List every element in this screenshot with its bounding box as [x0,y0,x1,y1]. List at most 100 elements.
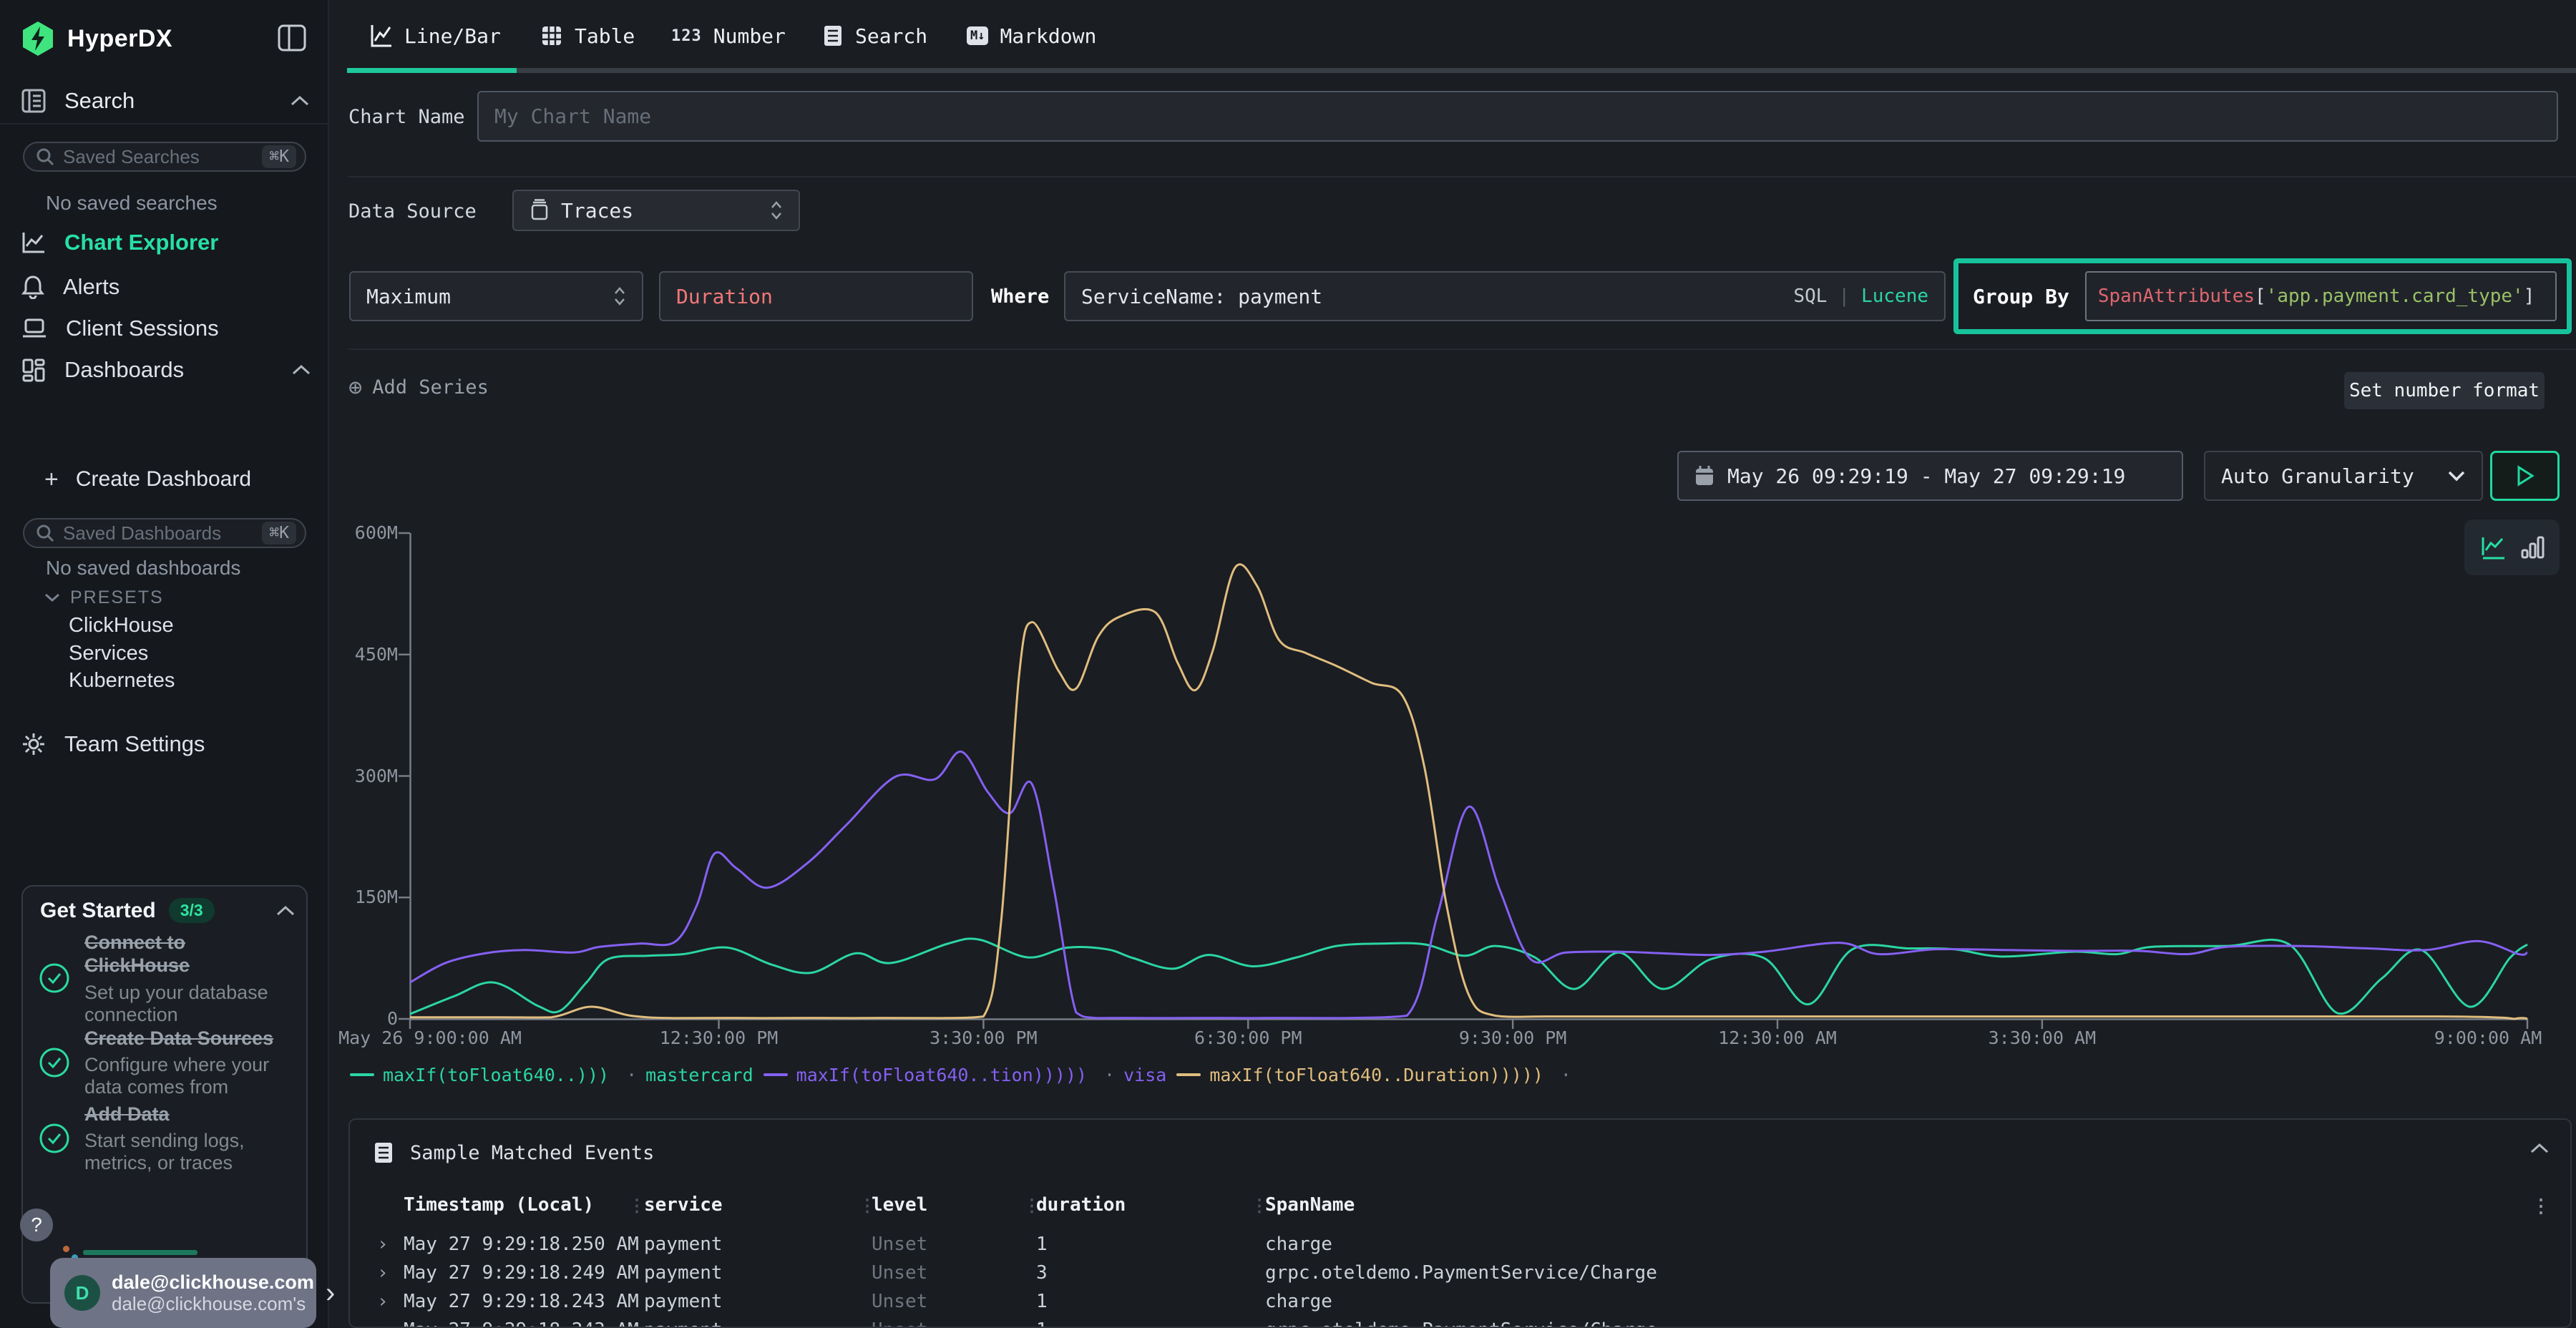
shortcut-badge: ⌘K [262,522,296,545]
lucene-mode-button[interactable]: Lucene [1861,285,1928,307]
run-query-button[interactable] [2490,451,2560,501]
legend-item[interactable]: visa [1123,1065,1166,1085]
column-header-spanname[interactable]: SpanName [1265,1194,1355,1216]
where-label: Where [991,285,1049,308]
bracket-open: [ [2255,285,2266,307]
shortcut-badge: ⌘K [262,145,296,168]
sidebar-divider [0,123,328,125]
event-cell: 1 [1036,1319,1048,1328]
get-started-panel: Get Started 3/3 Connect to ClickHouse Se… [21,885,308,1304]
create-dashboard-button[interactable]: + Create Dashboard [44,464,251,495]
legend-item[interactable]: maxIf(toFloat640..))) [383,1065,609,1085]
field-value: Duration [676,285,773,308]
sidebar-item-label: Dashboards [64,357,184,383]
search-section-label: Search [64,88,135,114]
x-axis-labels: May 26 9:00:00 AM12:30:00 PM3:30:00 PM6:… [410,1027,2527,1053]
event-cell: grpc.oteldemo.PaymentService/Charge [1265,1262,1657,1284]
sidebar-item-search[interactable]: Search [21,84,309,117]
legend-item[interactable]: maxIf(toFloat640..tion))))) [796,1065,1087,1085]
checklist-item-connect[interactable]: Connect to ClickHouse Set up your databa… [39,931,296,1026]
column-resize-handle[interactable]: ⋮ [628,1196,645,1216]
help-button[interactable]: ? [20,1209,53,1241]
expand-row-icon[interactable]: › [377,1262,389,1284]
saved-searches-input[interactable]: Saved Searches ⌘K [23,142,306,172]
where-value: ServiceName: payment [1081,285,1322,308]
lang-divider: | [1838,285,1850,307]
column-header-duration[interactable]: duration [1036,1194,1126,1216]
chart-name-input[interactable]: My Chart Name [477,91,2558,142]
group-by-argument: 'app.payment.card_type' [2266,285,2524,307]
tab-number[interactable]: 123 Number [671,16,786,56]
group-by-input[interactable]: SpanAttributes['app.payment.card_type'] [2085,271,2557,321]
checklist-item-datasources[interactable]: Create Data Sources Configure where your… [39,1027,296,1098]
tab-search[interactable]: Search [822,16,927,56]
column-header-level[interactable]: level [872,1194,927,1216]
timeseries-chart[interactable] [410,533,2527,1034]
sidebar-item-dashboards[interactable]: Dashboards [21,353,311,387]
sql-mode-button[interactable]: SQL [1793,285,1827,307]
legend-separator: · [626,1065,637,1085]
set-number-format-button[interactable]: Set number format [2344,372,2545,409]
field-input[interactable]: Duration [659,271,973,321]
event-cell: charge [1265,1291,1332,1312]
sidebar-item-label: Alerts [63,274,119,300]
select-chevrons-icon [613,286,626,306]
column-resize-handle[interactable]: ⋮ [859,1196,876,1216]
event-row[interactable]: ›May 27 9:29:18.249 AMpaymentUnset3grpc.… [350,1261,2570,1289]
aggregation-select[interactable]: Maximum [349,271,643,321]
expand-row-icon[interactable]: › [377,1234,389,1255]
sidebar-item-alerts[interactable]: Alerts [21,270,311,304]
series-line-visa[interactable] [410,751,2527,1017]
sidebar-item-client-sessions[interactable]: Client Sessions [21,311,311,346]
user-menu[interactable]: D dale@clickhouse.com dale@clickhouse.co… [50,1258,316,1328]
user-email: dale@clickhouse.com [112,1271,314,1294]
event-row[interactable]: ›May 27 9:29:18.250 AMpaymentUnset1charg… [350,1232,2570,1261]
sample-matched-events-panel: Sample Matched Events Timestamp (Local)s… [348,1118,2572,1328]
checklist-item-title: Create Data Sources [84,1027,288,1050]
legend-item[interactable]: mastercard [645,1065,753,1085]
tab-table[interactable]: Table [540,16,635,56]
legend-dash-icon [763,1073,788,1076]
tab-active-indicator [347,68,517,73]
add-series-button[interactable]: ⊕ Add Series [348,370,489,404]
tab-markdown[interactable]: M↓ Markdown [967,16,1096,56]
data-source-select[interactable]: Traces [512,190,800,231]
hyperdx-logo-icon [21,21,54,57]
chevron-up-icon[interactable] [291,95,309,107]
event-cell: May 27 9:29:18.243 AM [404,1291,639,1312]
preset-services[interactable]: Services [69,639,148,668]
column-resize-handle[interactable]: ⋮ [1251,1196,1268,1216]
user-org: dale@clickhouse.com's [112,1294,314,1315]
presets-toggle[interactable]: PRESETS [44,585,164,610]
table-menu-icon[interactable]: ⋮ [2532,1196,2550,1217]
collapse-events-icon[interactable] [2530,1143,2549,1154]
divider [348,176,2576,177]
event-row[interactable]: ›May 27 9:29:18.243 AMpaymentUnset1grpc.… [350,1318,2570,1328]
legend-dash-icon [1176,1073,1201,1076]
preset-kubernetes[interactable]: Kubernetes [69,666,175,695]
saved-dashboards-input[interactable]: Saved Dashboards ⌘K [23,518,306,548]
chart-legend: maxIf(toFloat640..))) · mastercard maxIf(to… [348,1060,1580,1089]
granularity-value: Auto Granularity [2221,464,2414,488]
checklist-item-add-data[interactable]: Add Data Start sending logs, metrics, or… [39,1103,296,1174]
no-saved-dashboards-text: No saved dashboards [46,557,240,580]
sidebar-item-chart-explorer[interactable]: Chart Explorer [21,225,311,260]
column-header-service[interactable]: service [644,1194,723,1216]
collapse-sidebar-icon[interactable] [278,24,306,52]
column-resize-handle[interactable]: ⋮ [1023,1196,1040,1216]
granularity-select[interactable]: Auto Granularity [2204,451,2483,501]
legend-item[interactable]: maxIf(toFloat640..Duration))))) [1209,1065,1543,1085]
tab-line-bar[interactable]: Line/Bar [370,16,501,56]
preset-clickhouse[interactable]: ClickHouse [69,611,174,640]
column-header-timestamp-local-[interactable]: Timestamp (Local) [404,1194,594,1216]
chevron-up-icon[interactable] [276,905,295,917]
where-input[interactable]: ServiceName: payment SQL | Lucene [1064,271,1946,321]
expand-row-icon[interactable]: › [377,1319,389,1328]
event-row[interactable]: ›May 27 9:29:18.243 AMpaymentUnset1charg… [350,1289,2570,1318]
expand-row-icon[interactable]: › [377,1291,389,1312]
get-started-progress-badge: 3/3 [169,898,215,923]
sidebar-item-team-settings[interactable]: Team Settings [21,727,205,761]
date-range-input[interactable]: May 26 09:29:19 - May 27 09:29:19 [1677,451,2183,501]
chevron-up-icon[interactable] [292,364,311,376]
check-circle-icon [39,1123,70,1154]
